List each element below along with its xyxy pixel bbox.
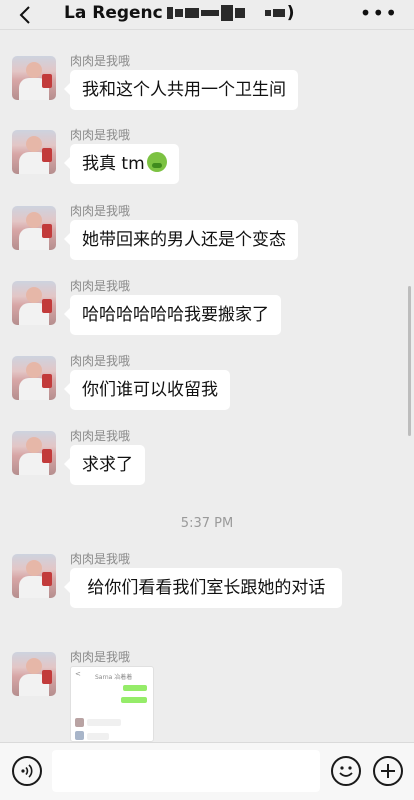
- voice-input-button[interactable]: [12, 756, 42, 786]
- avatar[interactable]: [12, 356, 56, 400]
- chat-title-suffix: ): [286, 3, 295, 23]
- chat-title: La Regenc ): [64, 3, 295, 23]
- scrollbar[interactable]: [408, 286, 411, 436]
- smiley-icon: [339, 766, 353, 777]
- back-button[interactable]: [14, 4, 36, 26]
- chat-title-text: La Regenc: [64, 3, 163, 23]
- sender-nickname: 肉肉是我哦: [70, 204, 131, 218]
- sender-nickname: 肉肉是我哦: [70, 650, 131, 664]
- nauseated-face-icon: [146, 152, 167, 172]
- emoji-button[interactable]: [331, 756, 361, 786]
- message-bubble[interactable]: 给你们看看我们室长跟她的对话: [64, 568, 342, 608]
- message-bubble[interactable]: 我真 tm: [64, 144, 179, 184]
- message-bubble[interactable]: 你们谁可以收留我: [64, 370, 230, 410]
- message-bubble[interactable]: 哈哈哈哈哈哈我要搬家了: [64, 295, 281, 335]
- sender-nickname: 肉肉是我哦: [70, 552, 131, 566]
- thumbnail-back-icon: <: [75, 670, 81, 678]
- avatar[interactable]: [12, 652, 56, 696]
- sender-nickname: 肉肉是我哦: [70, 128, 131, 142]
- more-functions-button[interactable]: [373, 756, 403, 786]
- avatar[interactable]: [12, 554, 56, 598]
- thumbnail-avatar: [75, 718, 84, 727]
- avatar[interactable]: [12, 56, 56, 100]
- chevron-left-icon: [19, 6, 30, 24]
- thumbnail-title: Sarna 冶着着: [95, 674, 133, 681]
- voice-icon: [21, 764, 33, 778]
- avatar[interactable]: [12, 206, 56, 250]
- redaction-mark: [166, 3, 287, 23]
- avatar[interactable]: [12, 431, 56, 475]
- sender-nickname: 肉肉是我哦: [70, 54, 131, 68]
- message-input[interactable]: [52, 750, 320, 792]
- chat-screenshot-thumbnail[interactable]: < Sarna 冶着着: [70, 666, 154, 742]
- more-options-button[interactable]: •••: [360, 3, 398, 23]
- sender-nickname: 肉肉是我哦: [70, 279, 131, 293]
- input-bar: [0, 742, 414, 800]
- sender-nickname: 肉肉是我哦: [70, 429, 131, 443]
- message-list[interactable]: 肉肉是我哦 我和这个人共用一个卫生间 肉肉是我哦 我真 tm 肉肉是我哦 她带回…: [0, 30, 414, 742]
- thumbnail-sent-bubble: [123, 685, 147, 691]
- message-bubble[interactable]: 她带回来的男人还是个变态: [64, 220, 298, 260]
- message-bubble[interactable]: 我和这个人共用一个卫生间: [64, 70, 298, 110]
- message-text: 我真 tm: [82, 154, 145, 174]
- thumbnail-sent-bubble: [121, 697, 147, 703]
- thumbnail-received-bubble: [87, 719, 121, 726]
- avatar[interactable]: [12, 281, 56, 325]
- sender-nickname: 肉肉是我哦: [70, 354, 131, 368]
- message-bubble[interactable]: 求求了: [64, 445, 145, 485]
- message-timestamp: 5:37 PM: [180, 516, 234, 531]
- plus-icon: [381, 764, 395, 778]
- avatar[interactable]: [12, 130, 56, 174]
- chat-header: La Regenc ) •••: [0, 0, 414, 30]
- thumbnail-received-bubble: [87, 733, 109, 740]
- thumbnail-avatar: [75, 731, 84, 740]
